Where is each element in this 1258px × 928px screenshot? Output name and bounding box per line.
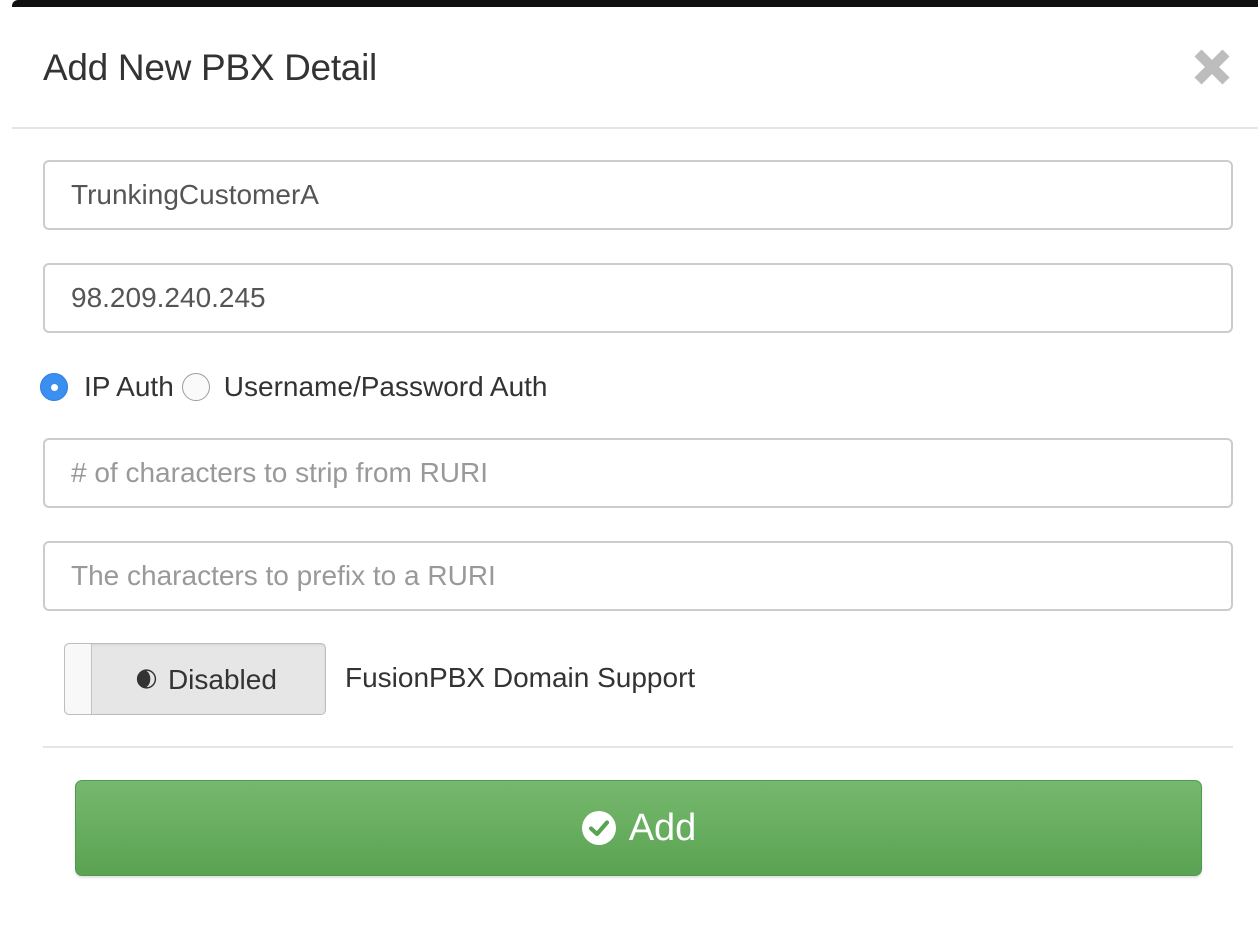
modal-backdrop-edge (12, 0, 1258, 7)
modal-header: Add New PBX Detail (12, 7, 1258, 129)
add-button[interactable]: Add (75, 780, 1202, 876)
add-button-label: Add (628, 806, 697, 849)
username-password-auth-label[interactable]: Username/Password Auth (224, 371, 548, 403)
modal-title: Add New PBX Detail (43, 47, 377, 88)
fusionpbx-toggle[interactable]: 🌒︎ Disabled (64, 643, 326, 715)
add-pbx-modal: Add New PBX Detail IP Auth Username/Pass… (12, 7, 1258, 928)
ip-auth-radio[interactable] (40, 373, 68, 401)
username-password-auth-radio[interactable] (181, 373, 210, 401)
disabled-icon: 🌒︎ (135, 667, 158, 692)
prefix-characters-input[interactable] (43, 541, 1233, 611)
strip-characters-input[interactable] (43, 438, 1233, 508)
ip-auth-label[interactable]: IP Auth (84, 371, 174, 403)
check-circle-icon (581, 810, 617, 846)
toggle-state: 🌒︎ Disabled (135, 664, 277, 696)
pbx-name-input[interactable] (43, 160, 1233, 230)
toggle-handle[interactable] (65, 644, 92, 714)
pbx-ip-input[interactable] (43, 263, 1233, 333)
toggle-state-label: Disabled (167, 664, 277, 695)
fusionpbx-domain-support-label: FusionPBX Domain Support (345, 662, 696, 693)
close-icon[interactable] (1188, 43, 1236, 91)
footer-divider (43, 746, 1233, 748)
auth-type-radio-group: IP Auth Username/Password Auth (40, 367, 548, 407)
